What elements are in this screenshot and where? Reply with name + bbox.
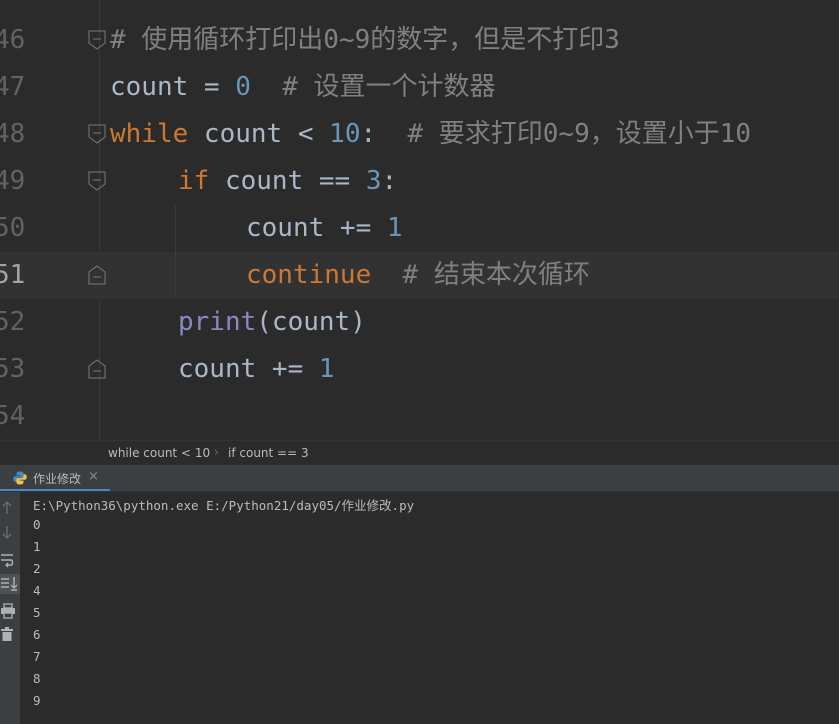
breadcrumb-item-while[interactable]: while count < 10 (108, 446, 210, 460)
number-literal: 10 (329, 119, 361, 149)
run-tab-label: 作业修改 (33, 472, 82, 486)
console-output-line: 5 (33, 605, 41, 620)
line-number: 52 (0, 307, 26, 337)
line-number: 53 (0, 354, 26, 384)
code-text: count += 1 (178, 346, 335, 393)
code-line-48[interactable]: 48 while count < 10: # 要求打印0~9，设置小于10 (0, 111, 839, 158)
breadcrumb: while count < 10 › if count == 3 (0, 440, 839, 466)
keyword: while (110, 119, 189, 149)
code-text: # 使用循环打印出0~9的数字，但是不打印3 (110, 17, 620, 64)
indent-guide (175, 205, 176, 299)
code-segment: count == (209, 166, 366, 196)
arrow-up-icon[interactable] (0, 498, 20, 518)
print-icon[interactable] (0, 602, 20, 622)
console-output-line: 4 (33, 583, 41, 598)
run-tab-bar: 作业修改 × (0, 465, 839, 492)
console-output-line: 6 (33, 627, 41, 642)
line-number: 47 (0, 72, 26, 102)
code-text: continue # 结束本次循环 (246, 252, 590, 299)
builtin-function: print (178, 307, 257, 337)
line-number: 46 (0, 25, 26, 55)
comment: # 结束本次循环 (402, 260, 590, 290)
code-text: if count == 3: (178, 158, 397, 205)
code-line-51-current[interactable]: 51 continue # 结束本次循环 (0, 252, 839, 299)
code-segment: : (381, 166, 398, 196)
arrow-down-icon[interactable] (0, 522, 20, 542)
code-segment: (count) (256, 307, 366, 337)
fold-icon[interactable] (88, 30, 106, 50)
fold-icon[interactable] (88, 171, 106, 191)
fold-icon[interactable] (88, 124, 106, 144)
fold-icon[interactable] (88, 359, 106, 379)
close-icon[interactable]: × (88, 469, 99, 484)
line-number: 49 (0, 166, 26, 196)
code-segment: : (360, 119, 377, 149)
comment: # 设置一个计数器 (282, 72, 496, 102)
code-segment: count += (246, 213, 387, 243)
comment: # 使用循环打印出0~9的数字，但是不打印3 (110, 25, 620, 55)
number-literal: 0 (235, 72, 251, 102)
code-segment: count < (188, 119, 330, 149)
code-text: count = 0 # 设置一个计数器 (110, 64, 496, 111)
code-line-50[interactable]: 50 count += 1 (0, 205, 839, 252)
run-tab[interactable]: 作业修改 × (0, 465, 110, 491)
console-output-line: 2 (33, 561, 41, 576)
line-number: 50 (0, 213, 26, 243)
console-output-line: 8 (33, 671, 41, 686)
run-toolbar (0, 492, 20, 724)
line-number: 51 (0, 260, 26, 290)
keyword: continue (246, 260, 372, 290)
number-literal: 1 (386, 213, 403, 243)
code-line-46[interactable]: 46 # 使用循环打印出0~9的数字，但是不打印3 (0, 17, 839, 64)
code-text: print(count) (178, 299, 366, 346)
scroll-to-end-icon[interactable] (0, 574, 20, 594)
soft-wrap-icon[interactable] (0, 550, 20, 570)
console-output-line: 1 (33, 539, 41, 554)
code-segment: count += (178, 354, 319, 384)
fold-icon[interactable] (88, 265, 106, 285)
trash-icon[interactable] (0, 626, 20, 646)
code-line-47[interactable]: 47 count = 0 # 设置一个计数器 (0, 64, 839, 111)
number-literal: 1 (318, 354, 335, 384)
breadcrumb-item-if[interactable]: if count == 3 (228, 446, 309, 460)
chevron-right-icon: › (214, 445, 219, 459)
code-editor[interactable]: 46 # 使用循环打印出0~9的数字，但是不打印3 47 count = 0 #… (0, 0, 839, 439)
code-line-53[interactable]: 53 count += 1 (0, 346, 839, 393)
line-number: 48 (0, 119, 26, 149)
code-text: count += 1 (246, 205, 403, 252)
code-segment: count = (110, 72, 236, 102)
line-number: 54 (0, 401, 26, 431)
code-line-49[interactable]: 49 if count == 3: (0, 158, 839, 205)
console-output-line: 9 (33, 693, 41, 708)
code-text: while count < 10: # 要求打印0~9，设置小于10 (110, 111, 751, 158)
console-command-line: E:\Python36\python.exe E:/Python21/day05… (33, 498, 415, 513)
console-output[interactable]: E:\Python36\python.exe E:/Python21/day05… (20, 492, 839, 724)
keyword: if (178, 166, 210, 196)
console-output-line: 7 (33, 649, 41, 664)
code-line-54[interactable]: 54 (0, 393, 839, 439)
code-line-52[interactable]: 52 print(count) (0, 299, 839, 346)
console-output-line: 0 (33, 517, 41, 532)
number-literal: 3 (365, 166, 382, 196)
python-file-icon (13, 471, 27, 485)
comment: # 要求打印0~9，设置小于10 (407, 119, 752, 149)
